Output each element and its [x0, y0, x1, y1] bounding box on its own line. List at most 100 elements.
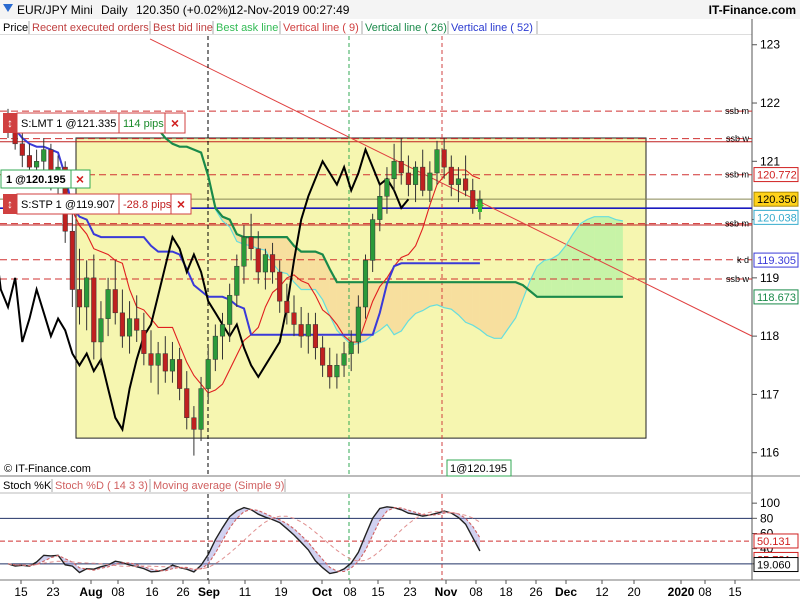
- cloud-segment: [494, 282, 502, 339]
- time-tick-label: Aug: [79, 585, 102, 599]
- candle-body-down: [284, 300, 290, 314]
- time-tick-label: 08: [111, 585, 125, 599]
- price-tick-label: 119: [760, 271, 779, 285]
- order-stop[interactable]: ↕ S:STP 1 @119.907 -28.8 pips ×: [3, 193, 192, 215]
- candle-body-up: [334, 365, 340, 378]
- candle-body-up: [341, 353, 347, 366]
- stoch-ma-line: [7, 511, 481, 570]
- candle-body-down: [270, 254, 276, 273]
- cloud-segment: [437, 282, 445, 308]
- badge-120038-text: 120.038: [757, 212, 797, 224]
- ssb-m-low-tag: ssb m: [725, 219, 749, 229]
- candle-body-up: [241, 236, 247, 267]
- cloud-segment: [394, 282, 402, 335]
- candle-body-up: [384, 178, 390, 197]
- time-tick-label: 12: [595, 585, 609, 599]
- stoch-badge-50131-text: 50.131: [757, 536, 791, 548]
- candle-body-up: [105, 289, 111, 319]
- legend-best-ask[interactable]: Best ask line: [216, 22, 278, 34]
- chart-window: EUR/JPY Mini Daily 120.350 (+0.02%) 12-N…: [0, 0, 800, 600]
- candle-body-up: [219, 324, 226, 337]
- close-icon: ×: [177, 196, 185, 212]
- candle-body-down: [119, 312, 125, 337]
- cloud-segment: [580, 219, 588, 297]
- time-tick-label: 16: [145, 585, 159, 599]
- timeframe-label[interactable]: Daily: [101, 3, 128, 17]
- candle-body-down: [76, 289, 83, 308]
- candle-body-down: [184, 388, 190, 418]
- stoch-tick-label: 80: [760, 511, 774, 525]
- cloud-segment: [279, 237, 287, 274]
- candle-body-up: [198, 388, 204, 430]
- time-tick-label: 08: [343, 585, 357, 599]
- ssb-w-low-tag: ssb w: [726, 274, 750, 284]
- candle-body-down: [298, 324, 304, 337]
- time-tick-label: Dec: [555, 585, 577, 599]
- cloud-segment: [601, 216, 609, 297]
- cloud-segment: [308, 251, 316, 290]
- candle-body-up: [84, 277, 90, 308]
- candle-body-down: [26, 155, 32, 168]
- stop-label: S:STP 1 @119.907: [21, 199, 115, 211]
- time-tick-label: 2020: [668, 585, 695, 599]
- time-tick-label: 23: [46, 585, 60, 599]
- stoch-legend-d[interactable]: Stoch %D ( 14 3 3): [55, 480, 148, 492]
- close-icon: ×: [76, 171, 84, 187]
- candle-body-up: [455, 178, 461, 185]
- cloud-segment: [544, 258, 552, 297]
- legend-price[interactable]: Price: [3, 22, 28, 34]
- ssb-w-upper-tag: ssb w: [726, 134, 750, 144]
- legend-vline-52[interactable]: Vertical line ( 52): [451, 22, 533, 34]
- candle-body-down: [12, 131, 18, 145]
- candle-body-down: [148, 353, 154, 366]
- position-label: 1 @120.195: [6, 174, 66, 186]
- time-tick-label: 11: [239, 585, 252, 599]
- stoch-tick-label: 100: [760, 496, 780, 510]
- candle-body-up: [227, 295, 233, 325]
- time-tick-label: Sep: [198, 585, 220, 599]
- candle-body-down: [177, 359, 183, 389]
- watermark: © IT-Finance.com: [4, 463, 91, 475]
- order-position[interactable]: 1 @120.195 ×: [0, 169, 91, 189]
- candle-body-down: [420, 166, 426, 191]
- candle-body-up: [234, 265, 240, 296]
- candle-body-up: [34, 161, 40, 168]
- limit-label: S:LMT 1 @121.335: [21, 118, 116, 130]
- ssb-m-mid-tag: ssb m: [725, 170, 749, 180]
- time-tick-label: 15: [728, 585, 742, 599]
- legend-vline-9[interactable]: Vertical line ( 9): [283, 22, 359, 34]
- candle-body-up: [427, 172, 433, 191]
- time-tick-label: 08: [469, 585, 483, 599]
- cloud-segment: [258, 237, 266, 251]
- candle-body-up: [377, 196, 383, 220]
- candle-body-down: [141, 330, 147, 354]
- cloud-segment: [444, 282, 452, 310]
- close-icon: ×: [171, 115, 179, 131]
- legend-recent-orders[interactable]: Recent executed orders: [32, 22, 149, 34]
- candle-body-down: [441, 149, 447, 168]
- legend-vline-26[interactable]: Vertical line ( 26): [365, 22, 447, 34]
- candle-body-down: [134, 318, 140, 331]
- legend-best-bid[interactable]: Best bid line: [153, 22, 213, 34]
- stop-pips: -28.8 pips: [123, 199, 172, 211]
- candle-body-up: [205, 359, 211, 389]
- time-tick-label: 08: [698, 585, 712, 599]
- order-limit[interactable]: ↕ S:LMT 1 @121.335 114 pips ×: [3, 112, 186, 134]
- candle-body-up: [391, 161, 397, 180]
- price-tick-label: 118: [760, 329, 779, 343]
- time-tick-label: 26: [529, 585, 543, 599]
- stoch-legend-ma[interactable]: Moving average (Simple 9): [153, 480, 284, 492]
- candle-body-down: [448, 166, 454, 185]
- time-tick-label: 15: [14, 585, 28, 599]
- stoch-legend: Stoch %K Stoch %D ( 14 3 3) Moving avera…: [3, 479, 286, 492]
- candle-body-up: [98, 318, 104, 343]
- price-tick-label: 116: [760, 446, 779, 460]
- cloud-segment: [472, 282, 480, 330]
- candle-body-down: [162, 353, 168, 372]
- cloud-segment: [615, 219, 623, 297]
- stoch-legend-k[interactable]: Stoch %K: [3, 480, 52, 492]
- cloud-segment: [572, 223, 580, 297]
- time-tick-label: Oct: [312, 585, 332, 599]
- candle-body-down: [312, 324, 318, 349]
- candle-body-down: [291, 312, 297, 325]
